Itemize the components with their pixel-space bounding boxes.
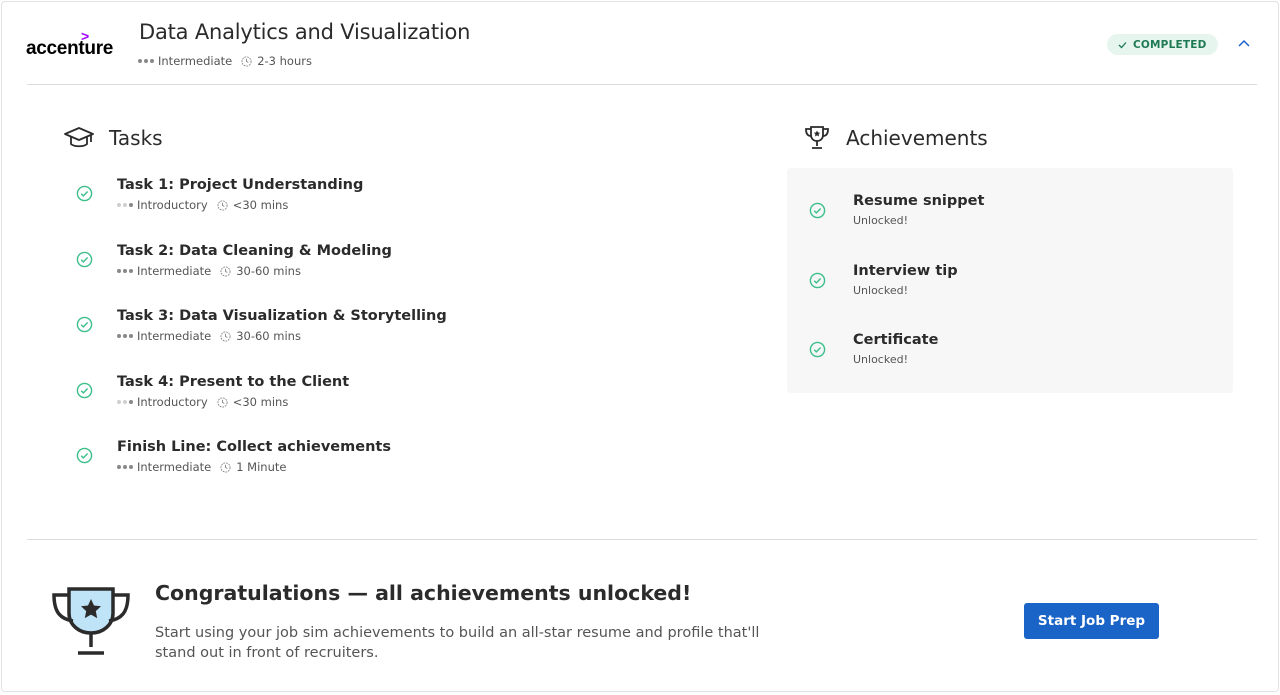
simulation-title: Data Analytics and Visualization — [139, 20, 471, 44]
task-level: Intermediate — [137, 329, 212, 343]
difficulty-dots-icon — [138, 59, 154, 63]
check-circle-icon — [76, 382, 93, 399]
task-row[interactable]: Task 2: Data Cleaning & Modeling Interme… — [76, 243, 756, 283]
check-circle-icon — [809, 202, 826, 219]
tasks-heading: Tasks — [63, 125, 163, 151]
footer-divider — [27, 539, 1257, 540]
clock-icon — [217, 396, 228, 408]
clock-icon — [241, 55, 252, 67]
achievement-name: Interview tip — [853, 263, 958, 279]
task-row[interactable]: Finish Line: Collect achievements Interm… — [76, 439, 756, 479]
task-name: Task 3: Data Visualization & Storytellin… — [117, 308, 447, 324]
check-circle-icon — [809, 272, 826, 289]
task-meta: Introductory <30 mins — [117, 395, 288, 409]
trophy-star-icon — [52, 587, 130, 655]
check-circle-icon — [809, 341, 826, 358]
task-duration: 1 Minute — [236, 460, 287, 474]
clock-icon — [220, 461, 231, 473]
task-duration: <30 mins — [232, 198, 289, 212]
task-level: Introductory — [137, 198, 208, 212]
task-meta: Intermediate 30-60 mins — [117, 329, 301, 343]
task-duration: 30-60 mins — [236, 264, 301, 278]
task-level: Intermediate — [137, 460, 212, 474]
clock-icon — [220, 330, 231, 342]
difficulty-dots-icon — [117, 400, 133, 404]
task-level: Intermediate — [137, 264, 212, 278]
task-meta: Introductory <30 mins — [117, 198, 288, 212]
achievement-item[interactable]: Resume snippet Unlocked! — [809, 193, 1209, 233]
simulation-level: Intermediate — [158, 54, 233, 68]
task-row[interactable]: Task 1: Project Understanding Introducto… — [76, 177, 756, 217]
start-job-prep-button[interactable]: Start Job Prep — [1024, 603, 1159, 639]
collapse-chevron-icon[interactable] — [1236, 37, 1252, 49]
task-name: Task 4: Present to the Client — [117, 374, 350, 390]
achievement-status: Unlocked! — [853, 214, 908, 227]
check-circle-icon — [76, 447, 93, 464]
completed-badge: COMPLETED — [1107, 34, 1218, 55]
task-duration: <30 mins — [232, 395, 289, 409]
achievement-status: Unlocked! — [853, 353, 908, 366]
trophy-icon — [805, 126, 829, 149]
task-meta: Intermediate 30-60 mins — [117, 264, 301, 278]
header-divider — [27, 84, 1257, 85]
task-row[interactable]: Task 4: Present to the Client Introducto… — [76, 374, 756, 414]
congrats-title: Congratulations — all achievements unloc… — [155, 581, 692, 605]
task-level: Introductory — [137, 395, 208, 409]
simulation-card: > accenture Data Analytics and Visualiza… — [1, 1, 1279, 692]
difficulty-dots-icon — [117, 203, 133, 207]
check-circle-icon — [76, 251, 93, 268]
achievement-status: Unlocked! — [853, 284, 908, 297]
clock-icon — [220, 265, 231, 277]
congrats-body: Start using your job sim achievements to… — [155, 625, 760, 661]
simulation-meta: Intermediate 2-3 hours — [138, 54, 312, 68]
difficulty-dots-icon — [117, 334, 133, 338]
task-duration: 30-60 mins — [236, 329, 301, 343]
accenture-logo: > accenture — [26, 28, 114, 59]
check-small-icon — [1118, 41, 1127, 48]
achievement-item[interactable]: Interview tip Unlocked! — [809, 263, 1209, 303]
achievements-panel: Resume snippet Unlocked! Interview tip U… — [787, 168, 1233, 393]
graduation-cap-icon — [64, 127, 94, 148]
simulation-duration: 2-3 hours — [257, 54, 312, 68]
task-name: Task 1: Project Understanding — [117, 177, 364, 193]
difficulty-dots-icon — [117, 465, 133, 469]
difficulty-dots-icon — [117, 269, 133, 273]
check-circle-icon — [76, 316, 93, 333]
task-name: Finish Line: Collect achievements — [117, 439, 391, 455]
clock-icon — [217, 199, 228, 211]
task-row[interactable]: Task 3: Data Visualization & Storytellin… — [76, 308, 756, 348]
achievement-name: Certificate — [853, 332, 939, 348]
task-name: Task 2: Data Cleaning & Modeling — [117, 243, 392, 259]
achievements-heading: Achievements — [802, 125, 988, 151]
task-meta: Intermediate 1 Minute — [117, 460, 286, 474]
achievement-item[interactable]: Certificate Unlocked! — [809, 332, 1209, 372]
achievement-name: Resume snippet — [853, 193, 985, 209]
check-circle-icon — [76, 185, 93, 202]
